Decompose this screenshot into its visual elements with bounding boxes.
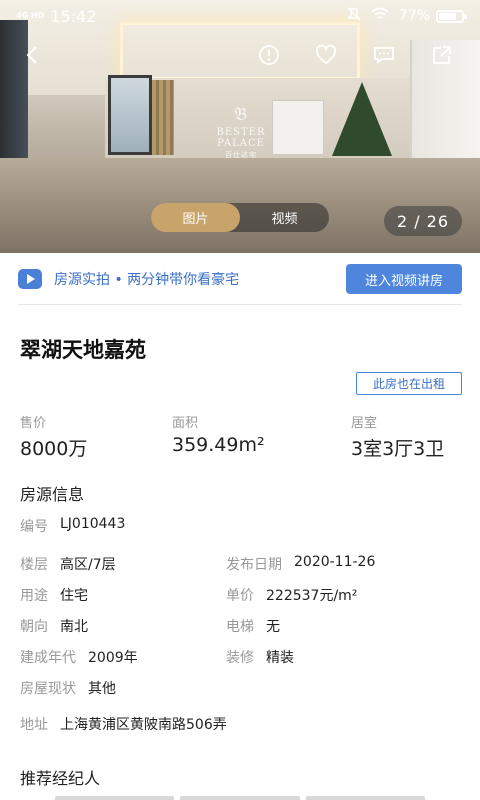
tab-photos[interactable]: 图片 — [151, 203, 240, 232]
info-value: 高区/7层 — [60, 557, 116, 573]
info-label: 装修 — [226, 650, 254, 666]
info-floor-row: 楼层 高区/7层 — [20, 554, 116, 574]
watermark-logo-icon: 𝔅 — [234, 104, 248, 125]
video-promo-text: 房源实拍 • 两分钟带你看豪宅 — [54, 272, 240, 288]
rooms-label: 居室 — [351, 416, 378, 431]
message-icon — [374, 47, 394, 64]
info-value: 2020-11-26 — [294, 554, 376, 570]
photo-counter: 2 / 26 — [384, 206, 462, 236]
photo-curtain — [152, 80, 174, 155]
photo-middle-window — [108, 75, 152, 155]
battery-icon — [436, 9, 467, 23]
info-label: 单价 — [226, 588, 254, 604]
info-label: 房屋现状 — [20, 681, 76, 697]
info-orientation-row: 朝向 南北 — [20, 616, 88, 636]
info-usage-row: 用途 住宅 — [20, 585, 88, 605]
message-button[interactable] — [369, 40, 399, 70]
rooms-value: 3室3厅3卫 — [351, 438, 445, 460]
area-label: 面积 — [172, 416, 199, 431]
price-label: 售价 — [20, 416, 47, 431]
info-label: 电梯 — [226, 619, 254, 635]
agent-card[interactable] — [180, 796, 300, 800]
info-label: 地址 — [20, 717, 48, 733]
agent-cards-peek — [55, 796, 425, 800]
info-label: 编号 — [20, 519, 48, 535]
battery-fill — [439, 12, 456, 20]
tab-video[interactable]: 视频 — [240, 203, 329, 232]
info-label: 朝向 — [20, 619, 48, 635]
network-indicator: 4G HD — [16, 11, 45, 20]
watermark-line1: BESTER PALACE — [216, 127, 266, 149]
wifi-icon — [371, 7, 389, 25]
info-address-row[interactable]: 地址 上海黄浦区黄陂南路506弄 — [20, 714, 227, 734]
status-bar: 4G HD 15:42 77% — [0, 0, 480, 32]
info-label: 建成年代 — [20, 650, 76, 666]
agent-card[interactable] — [55, 796, 175, 800]
info-label: 发布日期 — [226, 557, 282, 573]
price-value: 8000万 — [20, 438, 88, 460]
info-label: 楼层 — [20, 557, 48, 573]
favorite-icon — [315, 44, 337, 65]
info-status-row: 房屋现状 其他 — [20, 678, 116, 698]
photo-christmas-tree — [332, 82, 392, 156]
info-value: 其他 — [88, 681, 116, 697]
info-value: 精装 — [266, 650, 294, 666]
listing-title: 翠湖天地嘉苑 — [20, 338, 146, 362]
enter-video-tour-button[interactable]: 进入视频讲房 — [346, 264, 462, 294]
recommended-agents-title: 推荐经纪人 — [20, 769, 101, 788]
agent-card[interactable] — [305, 796, 425, 800]
video-camera-icon — [18, 269, 42, 289]
top-action-bar — [0, 40, 480, 74]
info-value: 2009年 — [88, 650, 138, 666]
info-unit-price-row: 单价 222537元/m² — [226, 585, 357, 605]
info-value: LJ010443 — [60, 516, 126, 532]
info-code-row: 编号 LJ010443 — [20, 516, 125, 536]
favorite-button[interactable] — [311, 40, 341, 70]
info-publish-date-row: 发布日期 2020-11-26 — [226, 554, 375, 574]
battery-percent: 77% — [398, 8, 430, 24]
watermark-line2: 百仕达宅 — [225, 151, 257, 159]
info-elevator-row: 电梯 无 — [226, 616, 280, 636]
media-toggle: 图片 视频 — [151, 203, 329, 232]
report-icon — [259, 45, 279, 65]
info-decoration-row: 装修 精装 — [226, 647, 294, 667]
divider — [18, 304, 462, 305]
house-info-title: 房源信息 — [20, 485, 85, 504]
info-value: 无 — [266, 619, 280, 635]
area-value: 359.49m² — [172, 434, 265, 456]
share-icon — [433, 46, 451, 64]
info-value: 222537元/m² — [266, 588, 358, 604]
back-icon — [26, 46, 37, 64]
back-button[interactable] — [18, 40, 48, 70]
info-value: 南北 — [60, 619, 88, 635]
info-value: 住宅 — [60, 588, 88, 604]
photo-watermark: 𝔅 BESTER PALACE 百仕达宅 — [196, 104, 286, 160]
info-build-year-row: 建成年代 2009年 — [20, 647, 138, 667]
mute-icon — [347, 7, 361, 25]
video-promo-bar: 房源实拍 • 两分钟带你看豪宅 进入视频讲房 — [0, 253, 480, 305]
info-value: 上海黄浦区黄陂南路506弄 — [60, 717, 227, 733]
status-time: 15:42 — [50, 6, 97, 26]
also-for-rent-tag[interactable]: 此房也在出租 — [356, 372, 462, 395]
share-button[interactable] — [427, 40, 457, 70]
report-button[interactable] — [254, 40, 284, 70]
info-label: 用途 — [20, 588, 48, 604]
